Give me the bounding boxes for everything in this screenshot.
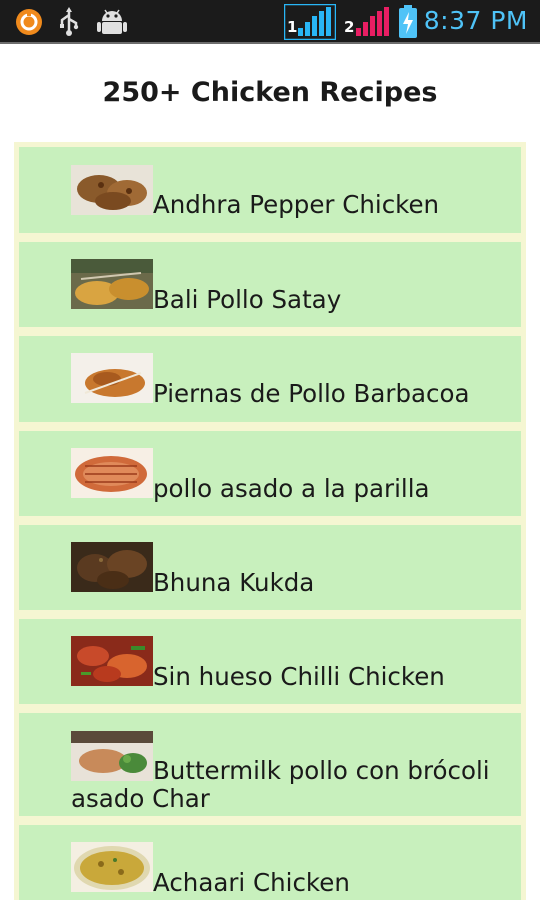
usb-icon (60, 7, 79, 36)
recipe-list-item[interactable]: Achaari Chicken (19, 825, 521, 900)
battery-charging-icon (399, 5, 417, 38)
recipe-name: Buttermilk pollo con brócoli asado Char (71, 756, 490, 813)
recipe-name: Piernas de Pollo Barbacoa (153, 379, 470, 408)
recipe-name: Sin hueso Chilli Chicken (153, 662, 445, 691)
sim2-label: 2 (344, 18, 355, 36)
status-time: 8:37 PM (423, 6, 528, 35)
status-bar: 1 2 8:37 PM (0, 0, 540, 44)
recipe-name: pollo asado a la parilla (153, 474, 430, 503)
recipe-name: Andhra Pepper Chicken (153, 190, 440, 219)
sim1-label: 1 (287, 18, 298, 36)
recipe-list-item[interactable]: Piernas de Pollo Barbacoa (19, 336, 521, 422)
recipe-list-item[interactable]: Bali Pollo Satay (19, 242, 521, 327)
android-debug-icon (97, 9, 127, 34)
recipe-name: Bhuna Kukda (153, 568, 315, 597)
recipe-list-item[interactable]: Andhra Pepper Chicken (19, 147, 521, 233)
recipe-name: Achaari Chicken (153, 868, 350, 897)
recipe-name: Bali Pollo Satay (153, 285, 342, 314)
notification-app-icon (16, 9, 42, 35)
page-title: 250+ Chicken Recipes (102, 76, 438, 108)
recipe-list-item[interactable]: Sin hueso Chilli Chicken (19, 619, 521, 704)
recipe-list-item[interactable]: pollo asado a la parilla (19, 431, 521, 516)
recipe-list-item[interactable]: Bhuna Kukda (19, 525, 521, 610)
recipe-list-item[interactable]: Buttermilk pollo con brócoli asado Char (19, 713, 521, 816)
recipe-list[interactable]: Andhra Pepper Chicken Bali Pollo Satay P… (14, 142, 526, 900)
